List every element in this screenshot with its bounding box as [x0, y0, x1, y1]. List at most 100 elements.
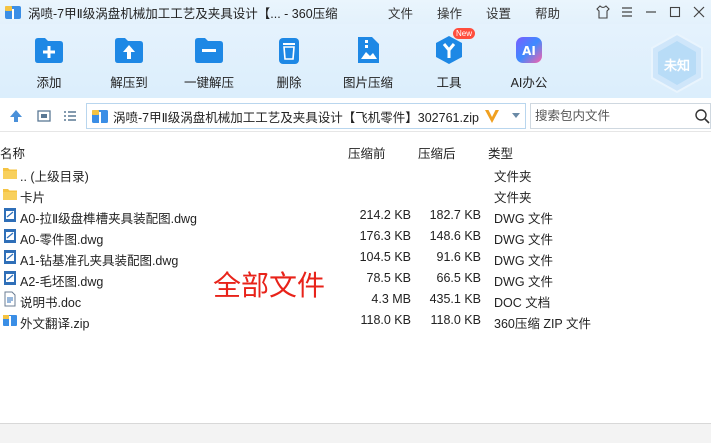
menu-bar: 文件 操作 设置 帮助 — [388, 3, 584, 22]
menu-button[interactable] — [615, 0, 639, 24]
file-type: DOC 文档 — [494, 296, 551, 310]
extract-to-label: 解压到 — [110, 76, 148, 90]
add-label: 添加 — [36, 76, 62, 90]
file-compressed-size: 148.6 KB — [429, 229, 481, 243]
column-size[interactable]: 压缩前 — [348, 143, 386, 162]
image-compress-button[interactable]: 图片压缩 — [330, 34, 406, 91]
add-button[interactable]: 添加 — [11, 34, 87, 91]
skin-button[interactable] — [591, 0, 615, 24]
list-item[interactable]: 说明书.doc 4.3 MB 435.1 KB DOC 文档 — [0, 289, 711, 310]
menu-operation[interactable]: 操作 — [437, 3, 462, 22]
extract-to-button[interactable]: 解压到 — [91, 34, 167, 91]
window-controls — [591, 0, 711, 24]
window-title: 涡喷-7甲Ⅱ级涡盘机械加工工艺及夹具设计【... - 360压缩 — [28, 6, 338, 21]
one-click-extract-label: 一键解压 — [183, 76, 234, 90]
file-name: A2-毛坯图.dwg — [20, 275, 104, 289]
app-logo-icon — [5, 6, 21, 19]
new-badge: New — [453, 28, 476, 39]
main-toolbar: 添加 解压到 一键解压 删除 图片压缩 New 工具 AI AI办公 未知 — [0, 24, 711, 98]
delete-icon — [279, 38, 299, 64]
app-window: 涡喷-7甲Ⅱ级涡盘机械加工工艺及夹具设计【... - 360压缩 文件 操作 设… — [0, 0, 711, 443]
close-button[interactable] — [687, 0, 711, 24]
add-icon — [35, 38, 63, 63]
maximize-button[interactable] — [663, 0, 687, 24]
image-compress-icon — [358, 37, 379, 63]
file-type: 文件夹 — [494, 170, 532, 184]
file-compressed-size: 435.1 KB — [429, 292, 481, 306]
file-size: 4.3 MB — [371, 292, 411, 306]
list-item[interactable]: A0-零件图.dwg 176.3 KB 148.6 KB DWG 文件 — [0, 226, 711, 247]
file-type: DWG 文件 — [494, 254, 554, 268]
account-label: 未知 — [663, 58, 690, 73]
delete-label: 删除 — [276, 76, 302, 90]
svg-text:AI: AI — [522, 44, 536, 58]
maximize-icon — [669, 6, 681, 18]
image-compress-label: 图片压缩 — [342, 76, 393, 90]
ai-office-icon: AI — [516, 37, 542, 63]
overlay-caption: 全部文件 — [213, 269, 326, 302]
file-compressed-size: 91.6 KB — [436, 250, 481, 264]
file-name: A0-拉Ⅱ级盘榫槽夹具装配图.dwg — [20, 212, 198, 226]
file-compressed-size: 118.0 KB — [430, 313, 481, 327]
archive-path: 涡喷-7甲Ⅱ级涡盘机械加工工艺及夹具设计【飞机零件】302761.zip — [113, 110, 479, 125]
file-type: 360压缩 ZIP 文件 — [494, 317, 592, 331]
list-item[interactable]: A0-拉Ⅱ级盘榫槽夹具装配图.dwg 214.2 KB 182.7 KB DWG… — [0, 205, 711, 226]
path-dropdown-button[interactable] — [505, 104, 525, 128]
column-type[interactable]: 类型 — [488, 143, 513, 162]
tools-button[interactable]: New 工具 — [411, 28, 487, 91]
ai-office-label: AI办公 — [510, 76, 548, 90]
list-item[interactable]: 卡片 文件夹 — [0, 184, 711, 205]
menu-file[interactable]: 文件 — [388, 3, 413, 22]
file-list: .. (上级目录) 文件夹 卡片 文件夹 A0-拉Ⅱ级盘榫槽夹具装配图.dwg … — [0, 163, 711, 331]
file-name: .. (上级目录) — [20, 170, 89, 184]
one-click-extract-button[interactable]: 一键解压 — [171, 34, 247, 91]
chevron-down-icon — [511, 113, 520, 118]
folder-icon — [3, 168, 17, 179]
list-view-icon[interactable] — [62, 108, 78, 124]
zip-file-icon — [3, 315, 17, 326]
status-bar — [0, 423, 711, 443]
dwg-file-icon — [4, 250, 16, 264]
ai-office-button[interactable]: AI AI办公 — [491, 34, 567, 91]
file-size: 78.5 KB — [366, 271, 411, 285]
path-field[interactable]: 涡喷-7甲Ⅱ级涡盘机械加工工艺及夹具设计【飞机零件】302761.zip — [86, 103, 526, 129]
file-name: 外文翻译.zip — [20, 317, 90, 331]
search-input[interactable] — [535, 109, 694, 123]
column-name[interactable]: 名称 — [0, 143, 25, 162]
file-compressed-size: 182.7 KB — [429, 208, 481, 222]
account-avatar[interactable]: 未知 — [649, 32, 705, 94]
minimize-icon — [646, 11, 656, 13]
list-item[interactable]: A1-钻基准孔夹具装配图.dwg 104.5 KB 91.6 KB DWG 文件 — [0, 247, 711, 268]
column-compressed[interactable]: 压缩后 — [418, 143, 456, 162]
list-item[interactable]: A2-毛坯图.dwg 78.5 KB 66.5 KB DWG 文件 — [0, 268, 711, 289]
delete-button[interactable]: 删除 — [251, 34, 327, 91]
menu-help[interactable]: 帮助 — [535, 3, 560, 22]
file-type: 文件夹 — [494, 191, 532, 205]
dwg-file-icon — [4, 208, 16, 222]
verified-v-icon[interactable] — [483, 107, 501, 125]
file-name: A1-钻基准孔夹具装配图.dwg — [20, 254, 179, 268]
minimize-button[interactable] — [639, 0, 663, 24]
search-icon[interactable] — [694, 108, 710, 124]
up-arrow-icon[interactable] — [8, 108, 24, 124]
search-box — [530, 103, 711, 129]
tools-label: 工具 — [436, 76, 462, 90]
file-type: DWG 文件 — [494, 233, 554, 247]
address-bar: 涡喷-7甲Ⅱ级涡盘机械加工工艺及夹具设计【飞机零件】302761.zip — [0, 100, 711, 132]
file-list-header: 名称 压缩前 压缩后 类型 — [0, 141, 711, 161]
file-name: A0-零件图.dwg — [20, 233, 104, 247]
doc-file-icon — [4, 291, 16, 307]
list-item[interactable]: 外文翻译.zip 118.0 KB 118.0 KB 360压缩 ZIP 文件 — [0, 310, 711, 331]
dwg-file-icon — [4, 229, 16, 243]
file-name: 说明书.doc — [20, 296, 82, 310]
menu-settings[interactable]: 设置 — [486, 3, 511, 22]
dwg-file-icon — [4, 271, 16, 285]
folder-icon — [3, 189, 17, 200]
close-icon — [693, 6, 705, 18]
list-item[interactable]: .. (上级目录) 文件夹 — [0, 163, 711, 184]
thumbnail-view-icon[interactable] — [36, 108, 52, 124]
hamburger-icon — [622, 7, 632, 17]
shirt-icon — [596, 5, 610, 19]
extract-to-icon — [115, 38, 143, 63]
file-name: 卡片 — [20, 191, 46, 205]
